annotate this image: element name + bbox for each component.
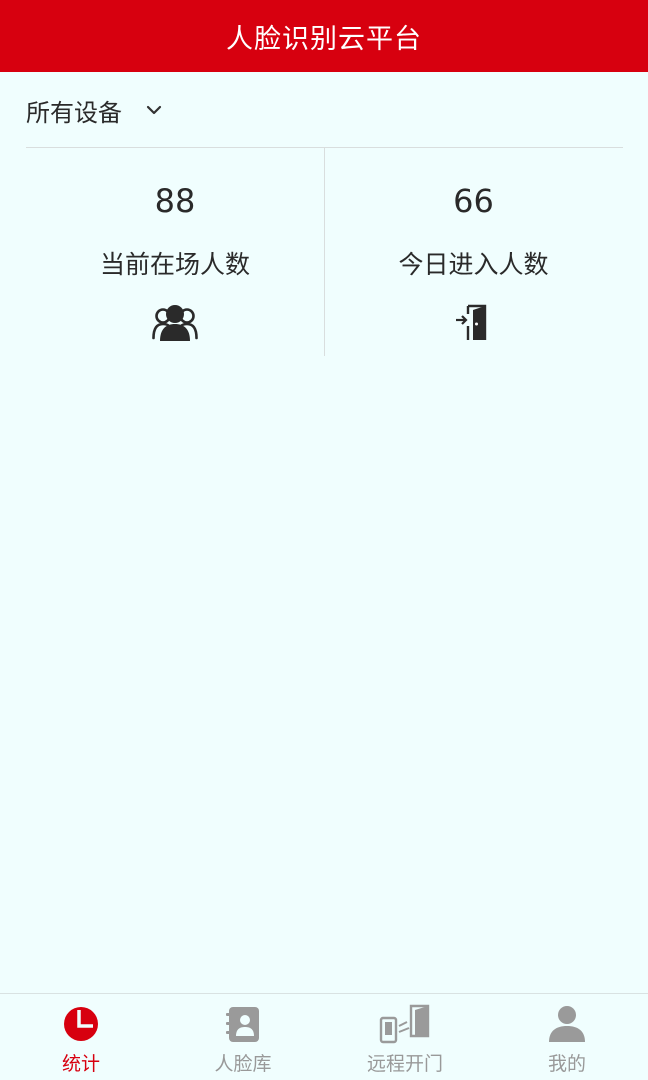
page-title: 人脸识别云平台: [226, 23, 422, 55]
user-icon: [547, 1004, 587, 1044]
stat-label: 当前在场人数: [99, 250, 250, 279]
chevron-down-icon: [146, 100, 162, 119]
stat-today-entered: 66 今日进入人数: [324, 148, 622, 356]
stat-current-present: 88 当前在场人数: [26, 148, 324, 356]
tab-label: 远程开门: [366, 1053, 443, 1075]
tab-remote-open[interactable]: 远程开门: [324, 994, 486, 1080]
tab-face-library[interactable]: 人脸库: [162, 994, 324, 1080]
tab-profile[interactable]: 我的: [486, 994, 648, 1080]
tab-statistics[interactable]: 统计: [0, 994, 162, 1080]
stat-value: 66: [453, 182, 494, 220]
tab-label: 我的: [547, 1053, 586, 1075]
stat-label: 今日进入人数: [398, 250, 549, 279]
door-enter-icon: [451, 302, 497, 342]
remote-door-icon: [379, 1004, 431, 1044]
header-bar: 人脸识别云平台: [0, 0, 648, 72]
stats-panel: 88 当前在场人数 66 今日进入人数: [26, 148, 623, 356]
tab-label: 统计: [61, 1053, 100, 1075]
pie-chart-icon: [61, 1004, 101, 1044]
tab-label: 人脸库: [214, 1053, 272, 1075]
device-dropdown[interactable]: 所有设备: [26, 88, 162, 132]
stat-value: 88: [154, 182, 196, 220]
app-screen: 人脸识别云平台 所有设备 88 当前在场人数 66 今日进入人数 统计 人脸库 …: [0, 0, 648, 1080]
bottom-tab-bar: 统计 人脸库 远程开门 我的: [0, 993, 648, 1080]
people-icon: [152, 302, 198, 342]
contacts-book-icon: [223, 1004, 263, 1044]
device-dropdown-label: 所有设备: [26, 98, 122, 127]
